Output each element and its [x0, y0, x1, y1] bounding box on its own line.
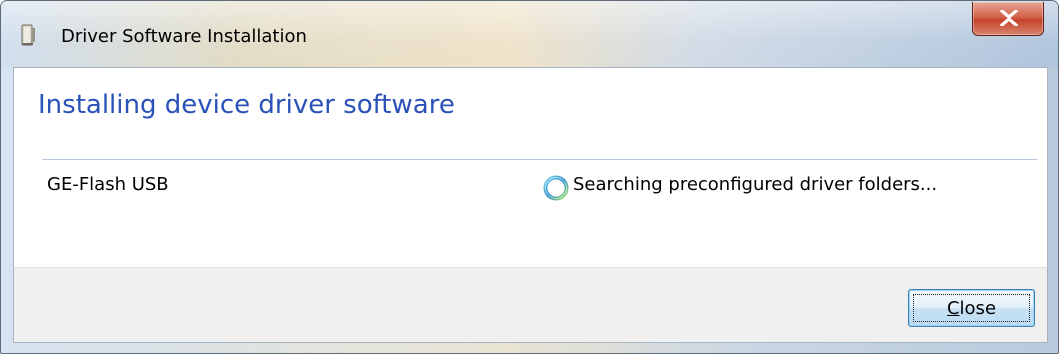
- title-bar[interactable]: Driver Software Installation: [1, 1, 1058, 67]
- window-close-button[interactable]: [972, 2, 1044, 36]
- device-status: Searching preconfigured driver folders..…: [573, 174, 938, 195]
- busy-spinner-icon: [542, 174, 570, 202]
- close-x-icon: [1000, 10, 1018, 26]
- close-button-label: Close: [909, 298, 1034, 319]
- driver-install-icon: [19, 23, 39, 47]
- close-button-accel: C: [946, 298, 960, 319]
- close-button-label-rest: lose: [959, 298, 997, 319]
- main-panel: Installing device driver software GE-Fla…: [13, 67, 1048, 267]
- close-button[interactable]: Close: [908, 289, 1035, 327]
- window-title: Driver Software Installation: [61, 26, 307, 47]
- dialog-window: Driver Software Installation Installing …: [0, 0, 1059, 354]
- device-name: GE-Flash USB: [47, 174, 169, 195]
- divider: [42, 159, 1037, 160]
- dialog-footer: Close: [13, 267, 1048, 343]
- page-title: Installing device driver software: [38, 90, 455, 120]
